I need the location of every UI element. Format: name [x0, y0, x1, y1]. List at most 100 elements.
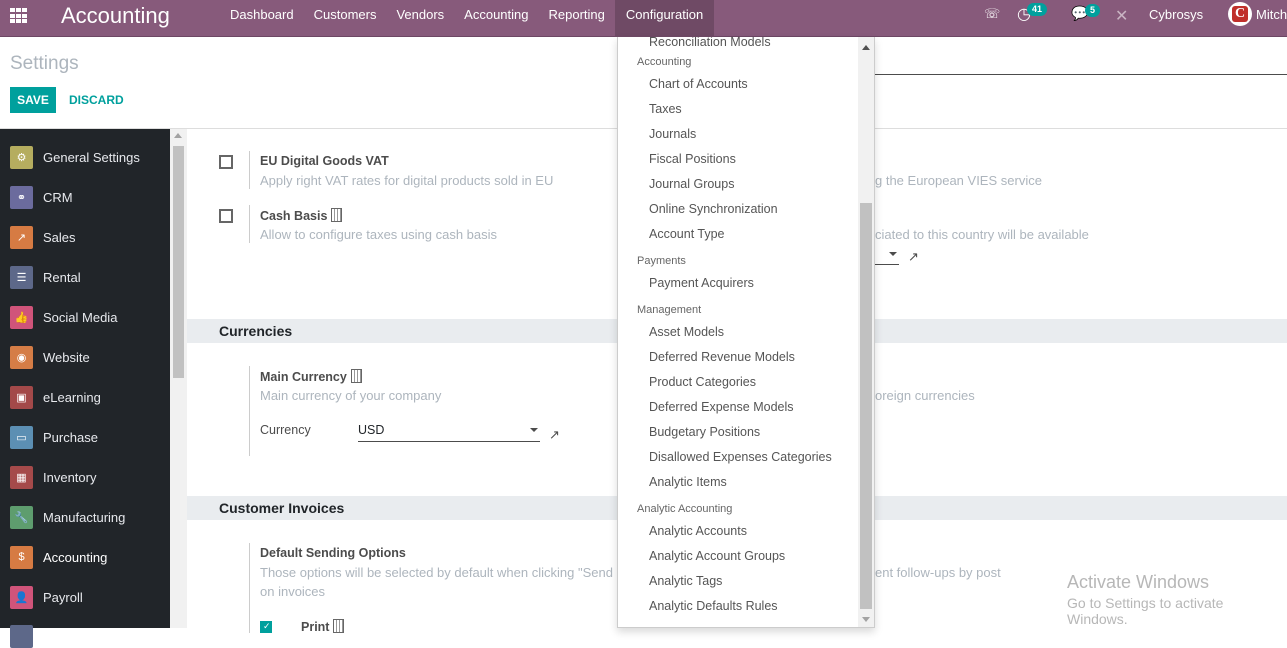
- menu-vendors[interactable]: Vendors: [386, 0, 454, 37]
- dropdown-item-journals[interactable]: Journals: [649, 127, 696, 141]
- rental-icon: ☰: [10, 265, 33, 289]
- menu-accounting[interactable]: Accounting: [454, 0, 538, 37]
- sidebar-item-label: Payroll: [43, 589, 83, 605]
- main-currency-title: Main Currency: [260, 369, 362, 384]
- dropdown-item-taxes[interactable]: Taxes: [649, 102, 682, 116]
- sidebar-item-label: Manufacturing: [43, 509, 126, 525]
- dropdown-section-header: Accounting: [637, 56, 692, 68]
- vies-desc: g the European VIES service: [875, 173, 1042, 188]
- scroll-up-icon[interactable]: [174, 133, 182, 138]
- sidebar-item-social-media[interactable]: 👍 Social Media: [10, 305, 117, 329]
- elearning-icon: ▣: [10, 385, 33, 409]
- dropdown-item-deferred-expense-models[interactable]: Deferred Expense Models: [649, 400, 794, 414]
- sidebar-item-manufacturing[interactable]: 🔧 Manufacturing: [10, 505, 125, 529]
- dropdown-item-deferred-revenue-models[interactable]: Deferred Revenue Models: [649, 350, 795, 364]
- settings-search-input[interactable]: [870, 74, 1287, 75]
- scrollbar-thumb[interactable]: [860, 203, 872, 609]
- configuration-dropdown: Reconciliation Models Accounting Chart of …: [617, 37, 875, 628]
- divider: [249, 151, 250, 189]
- avatar: C: [1228, 2, 1252, 26]
- dropdown-item-disallowed-expenses-categories[interactable]: Disallowed Expenses Categories: [649, 450, 832, 464]
- dropdown-section-header: Payments: [637, 255, 686, 267]
- country-select[interactable]: [875, 247, 899, 265]
- sidebar-item-crm[interactable]: ⚭ CRM: [10, 185, 73, 209]
- sidebar-item-label: Purchase: [43, 429, 98, 445]
- foreign-currencies-desc: oreign currencies: [875, 388, 975, 403]
- scrollbar-thumb[interactable]: [173, 146, 184, 378]
- eu-vat-checkbox[interactable]: [219, 155, 233, 169]
- sidebar-item-inventory[interactable]: ▦ Inventory: [10, 465, 96, 489]
- dropdown-item-analytic-tags[interactable]: Analytic Tags: [649, 574, 722, 588]
- discard-button[interactable]: DISCARD: [69, 93, 124, 107]
- scroll-up-icon[interactable]: [862, 45, 870, 50]
- dropdown-item-online-synchronization[interactable]: Online Synchronization: [649, 202, 778, 216]
- user-name: Mitch: [1256, 6, 1287, 22]
- sending-options-desc-2: on invoices: [260, 584, 326, 599]
- sidebar-item-label: Rental: [43, 269, 81, 285]
- dropdown-item-analytic-accounts[interactable]: Analytic Accounts: [649, 524, 747, 538]
- print-label: Print: [301, 619, 345, 634]
- sidebar-item-label: Sales: [43, 229, 76, 245]
- sidebar-item-payroll[interactable]: 👤 Payroll: [10, 585, 83, 609]
- wrench-icon: 🔧: [10, 505, 33, 529]
- currency-label: Currency: [260, 423, 311, 437]
- save-button[interactable]: SAVE: [10, 87, 56, 113]
- dropdown-item-account-type[interactable]: Account Type: [649, 227, 725, 241]
- scroll-down-icon[interactable]: [862, 617, 870, 622]
- sidebar-item-rental[interactable]: ☰ Rental: [10, 265, 81, 289]
- sidebar-item-label: Website: [43, 349, 90, 365]
- dropdown-scrollbar[interactable]: [858, 37, 874, 627]
- windows-activation-watermark: Activate Windows Go to Settings to activ…: [1067, 572, 1224, 627]
- dropdown-item-analytic-defaults-rules[interactable]: Analytic Defaults Rules: [649, 599, 778, 613]
- chart-trend-icon: ↗: [10, 225, 33, 249]
- dropdown-item-reconciliation-models[interactable]: Reconciliation Models: [649, 37, 771, 49]
- main-menu: Dashboard Customers Vendors Accounting R…: [220, 0, 715, 37]
- activity-button[interactable]: ◷ 41: [1017, 3, 1048, 24]
- external-link-icon[interactable]: ↗: [549, 427, 560, 443]
- sidebar-item-label: CRM: [43, 189, 73, 205]
- credit-card-icon: ▭: [10, 425, 33, 449]
- user-menu[interactable]: C Mitch: [1228, 2, 1287, 26]
- chat-count-badge: 5: [1085, 4, 1101, 17]
- sidebar-item-label: General Settings: [43, 149, 140, 165]
- cash-basis-checkbox[interactable]: [219, 209, 233, 223]
- debug-close-icon[interactable]: ✕: [1115, 6, 1128, 26]
- menu-reporting[interactable]: Reporting: [539, 0, 615, 37]
- main-currency-desc: Main currency of your company: [260, 388, 442, 403]
- payroll-icon: 👤: [10, 585, 33, 609]
- dropdown-item-fiscal-positions[interactable]: Fiscal Positions: [649, 152, 736, 166]
- messaging-button[interactable]: 💬 5: [1071, 4, 1101, 22]
- company-building-icon: [350, 369, 362, 383]
- sidebar-item-accounting[interactable]: $ Accounting: [10, 545, 107, 569]
- sidebar-item-purchase[interactable]: ▭ Purchase: [10, 425, 98, 449]
- sidebar-item-sales[interactable]: ↗ Sales: [10, 225, 76, 249]
- menu-dashboard[interactable]: Dashboard: [220, 0, 304, 37]
- company-building-icon: [331, 208, 343, 222]
- dropdown-item-budgetary-positions[interactable]: Budgetary Positions: [649, 425, 760, 439]
- dropdown-item-analytic-items[interactable]: Analytic Items: [649, 475, 727, 489]
- sidebar-item-general-settings[interactable]: ⚙ General Settings: [10, 145, 140, 169]
- dropdown-item-analytic-account-groups[interactable]: Analytic Account Groups: [649, 549, 785, 563]
- sidebar-item-website[interactable]: ◉ Website: [10, 345, 90, 369]
- dropdown-item-product-categories[interactable]: Product Categories: [649, 375, 756, 389]
- menu-configuration[interactable]: Configuration: [614, 0, 715, 37]
- dropdown-item-chart-of-accounts[interactable]: Chart of Accounts: [649, 77, 748, 91]
- external-link-icon[interactable]: ↗: [908, 249, 919, 265]
- breadcrumb: Settings: [10, 53, 79, 74]
- sidebar-item-elearning[interactable]: ▣ eLearning: [10, 385, 101, 409]
- handshake-icon: ⚭: [10, 185, 33, 209]
- eu-vat-title: EU Digital Goods VAT: [260, 154, 389, 168]
- apps-menu-icon[interactable]: [10, 8, 28, 24]
- phone-icon[interactable]: ☏: [984, 6, 1000, 22]
- box-icon: ▦: [10, 465, 33, 489]
- print-checkbox[interactable]: [260, 621, 272, 633]
- dropdown-item-journal-groups[interactable]: Journal Groups: [649, 177, 734, 191]
- dropdown-item-payment-acquirers[interactable]: Payment Acquirers: [649, 276, 754, 290]
- currency-select[interactable]: USD: [358, 423, 540, 442]
- sidebar-scrollbar[interactable]: [170, 129, 187, 628]
- company-switcher[interactable]: Cybrosys: [1149, 7, 1203, 22]
- globe-icon: ◉: [10, 345, 33, 369]
- menu-customers[interactable]: Customers: [304, 0, 387, 37]
- dropdown-item-asset-models[interactable]: Asset Models: [649, 325, 724, 339]
- thumbs-up-icon: 👍: [10, 305, 33, 329]
